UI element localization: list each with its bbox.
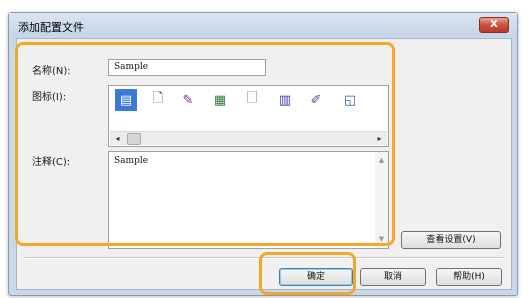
title-bar: 添加配置文件 X [9, 13, 517, 37]
comment-text: Sample [114, 156, 149, 166]
icon-list[interactable]: ▤ 🗋 ✎ ▦ 🗌 ▥ ✐ ◱ ◂ ▸ [108, 85, 389, 147]
pen-page-icon-glyph: ✎ [182, 92, 194, 108]
note-icon[interactable]: 🗌 [241, 89, 263, 111]
page-icon-2[interactable]: 🗋 [147, 89, 169, 111]
layout-icon[interactable]: ▥ [274, 89, 296, 111]
vertical-scrollbar[interactable]: ▲ ▼ [375, 152, 388, 248]
scroll-left-icon[interactable]: ◂ [111, 132, 124, 145]
dialog-body: 名称(N): Sample 图标(I): ▤ 🗋 ✎ ▦ 🗌 ▥ ✐ ◱ ◂ ▸ 注释(C):… [16, 38, 512, 290]
page-icon-2-glyph: 🗋 [152, 91, 164, 106]
name-label: 名称(N): [32, 66, 71, 77]
horizontal-scrollbar[interactable]: ◂ ▸ [110, 131, 387, 145]
edit-icon[interactable]: ✐ [305, 89, 327, 111]
chart-icon[interactable]: ◱ [339, 89, 361, 111]
chart-icon-glyph: ◱ [343, 92, 357, 108]
edit-icon-glyph: ✐ [310, 92, 322, 108]
icon-label: 图标(I): [32, 92, 67, 103]
page-icon-glyph: ▤ [119, 92, 133, 108]
add-profile-dialog: 添加配置文件 X 名称(N): Sample 图标(I): ▤ 🗋 ✎ ▦ 🗌 ▥ ✐ ◱ ◂… [8, 12, 518, 296]
help-button[interactable]: 帮助(H) [436, 268, 502, 286]
layout-icon-glyph: ▥ [278, 92, 292, 108]
dialog-title: 添加配置文件 [18, 21, 84, 34]
image-icon-glyph: ▦ [213, 92, 227, 108]
image-icon[interactable]: ▦ [209, 89, 231, 111]
name-input[interactable]: Sample [108, 59, 266, 76]
scroll-right-icon[interactable]: ▸ [373, 132, 386, 145]
scroll-down-icon[interactable]: ▼ [375, 233, 388, 246]
separator [25, 257, 503, 259]
comment-label: 注释(C): [32, 157, 71, 168]
note-icon-glyph: 🗌 [246, 91, 258, 106]
cancel-button[interactable]: 取消 [360, 268, 426, 286]
comment-textarea[interactable]: Sample ▲ ▼ [108, 151, 389, 249]
pen-page-icon[interactable]: ✎ [177, 89, 199, 111]
view-settings-button[interactable]: 查看设置(V) [401, 231, 501, 249]
scroll-up-icon[interactable]: ▲ [375, 154, 388, 167]
scroll-thumb[interactable] [127, 133, 141, 145]
close-button[interactable]: X [479, 17, 509, 33]
ok-button[interactable]: 确定 [279, 268, 353, 286]
page-icon[interactable]: ▤ [115, 89, 137, 111]
